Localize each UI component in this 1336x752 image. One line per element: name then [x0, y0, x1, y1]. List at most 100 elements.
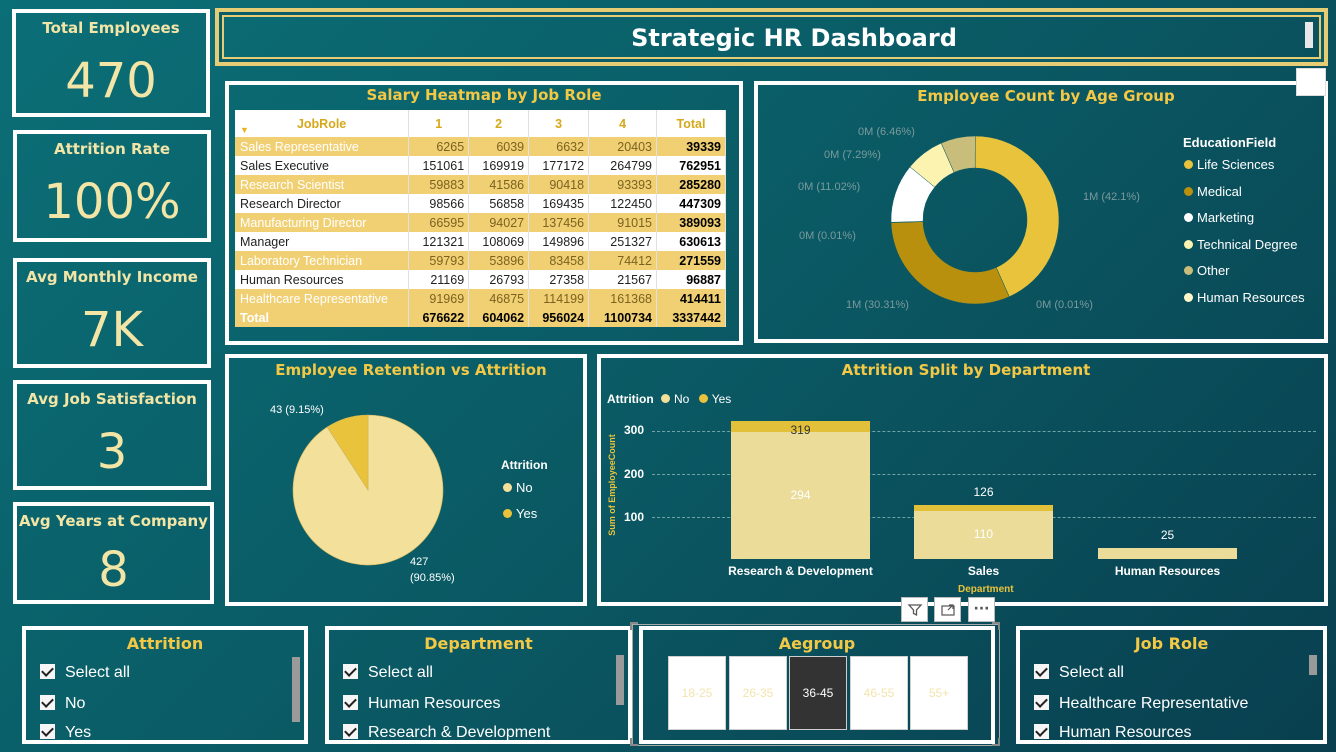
bar-yes-1[interactable]	[914, 504, 1053, 512]
age-tile-26-35[interactable]: 26-35	[729, 656, 787, 730]
resize-handle[interactable]	[630, 622, 638, 630]
slicer-scrollbar[interactable]	[616, 655, 624, 705]
slicer-option-select-all[interactable]: Select all	[40, 664, 130, 682]
pie-label-yes: 43 (9.15%)	[270, 404, 324, 416]
heatmap-row[interactable]: Sales Representative 6265 6039 6632 20403 393…	[235, 137, 726, 156]
retention-chart-title: Employee Retention vs Attrition	[275, 361, 547, 379]
col-header-2[interactable]: 2	[468, 110, 530, 137]
slicer-attrition: Attrition Select all No Yes	[22, 626, 308, 744]
checkbox-checked-icon[interactable]	[40, 664, 55, 679]
kpi-value: 7K	[80, 302, 143, 358]
salary-cell: 83458	[528, 251, 590, 270]
bar-inner-label: 294	[790, 487, 811, 502]
heatmap-row[interactable]: Human Resources 21169 26793 27358 21567 96887	[235, 270, 726, 289]
slicer-option-human-resources[interactable]: Human Resources	[343, 695, 501, 713]
legend-item-no[interactable]: No	[503, 480, 533, 495]
slicer-option-healthcare-rep[interactable]: Healthcare Representative	[1034, 695, 1248, 713]
checkbox-checked-icon[interactable]	[343, 664, 358, 679]
dept-y-axis-title: Sum of EmployeeCount	[607, 434, 617, 536]
heatmap-total-row[interactable]: Total 676622 604062 956024 1100734 3337442	[235, 308, 726, 327]
legend-dot	[1184, 160, 1193, 169]
salary-cell: 137456	[528, 213, 590, 232]
checkbox-checked-icon[interactable]	[343, 724, 358, 739]
salary-cell: 676622	[408, 308, 470, 327]
job-role-cell: Manufacturing Director	[235, 213, 410, 232]
slicer-title: Department	[424, 634, 533, 653]
kpi-title: Total Employees	[42, 19, 180, 37]
slicer-option-yes[interactable]: Yes	[40, 724, 91, 740]
sort-desc-icon[interactable]: ▼	[240, 125, 249, 135]
resize-handle[interactable]	[630, 738, 638, 746]
checkbox-checked-icon[interactable]	[343, 695, 358, 710]
checkbox-checked-icon[interactable]	[40, 695, 55, 710]
heatmap-row[interactable]: Research Scientist 59883 41586 90418 93393 28…	[235, 175, 726, 194]
age-legend-item[interactable]: Technical Degree	[1184, 237, 1297, 252]
focus-mode-icon[interactable]	[934, 597, 961, 622]
checkbox-checked-icon[interactable]	[1034, 724, 1049, 739]
age-tile-55-plus[interactable]: 55+	[910, 656, 968, 730]
salary-cell: 27358	[528, 270, 590, 289]
checkbox-checked-icon[interactable]	[40, 724, 55, 739]
heatmap-row[interactable]: Laboratory Technician 59793 53896 83458 7441…	[235, 251, 726, 270]
row-total-cell: 271559	[656, 251, 726, 270]
job-role-cell: Manager	[235, 232, 410, 251]
bar-no-2[interactable]	[1098, 548, 1237, 559]
dept-legend: Attrition No Yes	[607, 392, 732, 406]
slicer-scrollbar[interactable]	[292, 657, 300, 722]
age-legend-item[interactable]: Other	[1184, 263, 1230, 278]
x-category-label: Human Resources	[1114, 564, 1221, 578]
salary-cell: 169435	[528, 194, 590, 213]
heatmap-row[interactable]: Sales Executive 151061 169919 177172 264799 7…	[235, 156, 726, 175]
slicer-option-rd[interactable]: Research & Development	[343, 724, 550, 740]
age-tile-18-25[interactable]: 18-25	[668, 656, 726, 730]
salary-cell: 74412	[588, 251, 658, 270]
job-role-cell: Research Director	[235, 194, 410, 213]
kpi-title: Avg Job Satisfaction	[27, 390, 197, 408]
header-scroll-handle[interactable]	[1305, 22, 1313, 48]
slicer-scrollbar[interactable]	[1309, 655, 1317, 675]
heatmap-row[interactable]: Healthcare Representative 91969 46875 11419…	[235, 289, 726, 308]
slicer-option-no[interactable]: No	[40, 695, 85, 713]
slicer-job-role: Job Role Select all Healthcare Represent…	[1016, 626, 1327, 744]
kpi-avg-monthly-income: Avg Monthly Income 7K	[13, 258, 211, 368]
legend-dot	[1184, 266, 1193, 276]
col-header-1[interactable]: 1	[408, 110, 470, 137]
heatmap-row[interactable]: Manufacturing Director 66595 94027 137456 91…	[235, 213, 726, 232]
col-header-total[interactable]: Total	[656, 110, 726, 137]
salary-cell: 956024	[528, 308, 590, 327]
age-tile-36-45[interactable]: 36-45	[789, 656, 847, 730]
resize-handle[interactable]	[992, 738, 1000, 746]
col-header-3[interactable]: 3	[528, 110, 590, 137]
salary-cell: 151061	[408, 156, 470, 175]
salary-cell: 264799	[588, 156, 658, 175]
visual-header-icon[interactable]	[1296, 68, 1326, 96]
age-legend-item[interactable]: Medical	[1184, 184, 1242, 199]
dept-x-axis-title: Department	[958, 584, 1014, 595]
more-options-icon[interactable]: ···	[968, 597, 995, 622]
job-role-cell: Sales Representative	[235, 137, 410, 156]
resize-handle[interactable]	[992, 622, 1000, 630]
salary-cell: 20403	[588, 137, 658, 156]
age-legend-item[interactable]: Human Resources	[1184, 290, 1305, 305]
col-header-4[interactable]: 4	[588, 110, 658, 137]
age-tile-46-55[interactable]: 46-55	[850, 656, 908, 730]
legend-item-yes[interactable]: Yes	[503, 506, 537, 521]
heatmap-row[interactable]: Research Director 98566 56858 169435 122450 4…	[235, 194, 726, 213]
donut-label-medical: 1M (30.31%)	[846, 299, 909, 311]
slicer-option-human-resources[interactable]: Human Resources	[1034, 724, 1192, 740]
heatmap-row[interactable]: Manager 121321 108069 149896 251327 630613	[235, 232, 726, 251]
filter-icon[interactable]	[901, 597, 928, 622]
checkbox-checked-icon[interactable]	[1034, 664, 1049, 679]
age-legend-item[interactable]: Marketing	[1184, 210, 1254, 225]
dept-chart-title: Attrition Split by Department	[841, 361, 1091, 379]
col-header-jobrole[interactable]: JobRole ▼	[235, 110, 410, 137]
kpi-title: Avg Years at Company	[19, 512, 208, 530]
donut-label-marketing-small: 0M (0.01%)	[1036, 299, 1093, 311]
slicer-option-select-all[interactable]: Select all	[343, 664, 433, 682]
legend-dot	[1184, 239, 1193, 249]
checkbox-checked-icon[interactable]	[1034, 695, 1049, 710]
slicer-option-select-all[interactable]: Select all	[1034, 664, 1124, 682]
age-legend-item[interactable]: Life Sciences	[1184, 157, 1274, 172]
row-total-cell: 39339	[656, 137, 726, 156]
donut-slice-medical[interactable]	[890, 221, 1010, 305]
